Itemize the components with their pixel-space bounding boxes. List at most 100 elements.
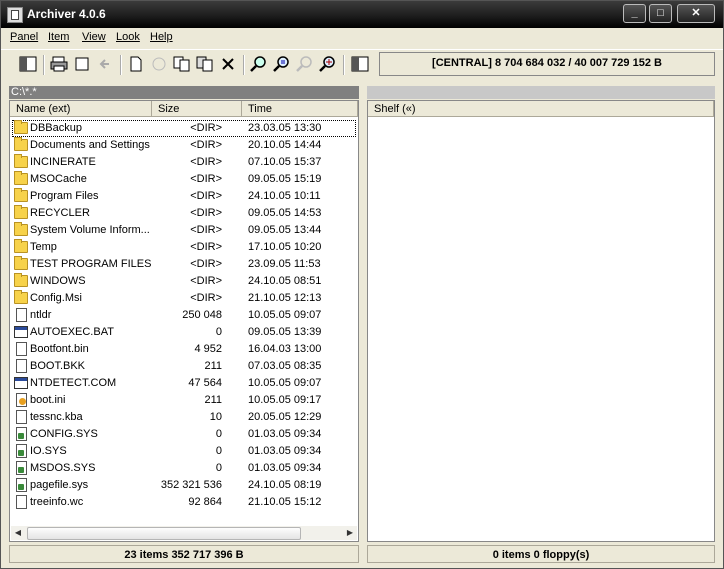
- search-disabled-icon[interactable]: [295, 54, 315, 74]
- file-size: <DIR>: [190, 173, 222, 185]
- file-time: 10.05.05 09:07: [248, 309, 322, 321]
- table-row[interactable]: IO.SYS 0 01.03.05 09:34: [12, 443, 356, 460]
- shelf-list[interactable]: Shelf («): [367, 100, 715, 542]
- table-row[interactable]: Program Files <DIR> 24.10.05 10:11: [12, 188, 356, 205]
- file-name: treeinfo.wc: [30, 496, 84, 508]
- new-file-icon[interactable]: [126, 54, 146, 74]
- file-time: 10.05.05 09:07: [248, 377, 322, 389]
- table-row[interactable]: AUTOEXEC.BAT 0 09.05.05 13:39: [12, 324, 356, 341]
- file-time: 20.05.05 12:29: [248, 411, 322, 423]
- column-time-header[interactable]: Time: [242, 101, 358, 117]
- table-row[interactable]: tessnc.kba 10 20.05.05 12:29: [12, 409, 356, 426]
- sys-icon: [16, 427, 27, 441]
- title-bar[interactable]: Archiver 4.0.6 _ □ ✕: [1, 1, 723, 28]
- file-name: AUTOEXEC.BAT: [30, 326, 114, 338]
- file-name: CONFIG.SYS: [30, 428, 98, 440]
- shelf-panel-icon[interactable]: [350, 54, 370, 74]
- sys-icon: [16, 461, 27, 475]
- column-name-header[interactable]: Name (ext): [10, 101, 152, 117]
- menu-look[interactable]: Look: [116, 31, 140, 43]
- table-row[interactable]: treeinfo.wc 92 864 21.10.05 15:12: [12, 494, 356, 511]
- delete-icon[interactable]: [218, 54, 238, 74]
- file-name: INCINERATE: [30, 156, 96, 168]
- scrollbar-thumb[interactable]: [27, 527, 301, 540]
- table-row[interactable]: ntldr 250 048 10.05.05 09:07: [12, 307, 356, 324]
- file-name: IO.SYS: [30, 445, 67, 457]
- file-name: NTDETECT.COM: [30, 377, 117, 389]
- column-size-header[interactable]: Size: [152, 101, 242, 117]
- menu-help[interactable]: Help: [150, 31, 173, 43]
- file-name: System Volume Inform...: [30, 224, 150, 236]
- file-name: WINDOWS: [30, 275, 86, 287]
- search-next-icon[interactable]: [318, 54, 338, 74]
- panel-toggle-icon[interactable]: [18, 54, 38, 74]
- file-time: 17.10.05 10:20: [248, 241, 322, 253]
- search-icon[interactable]: [249, 54, 269, 74]
- table-row[interactable]: Config.Msi <DIR> 21.10.05 12:13: [12, 290, 356, 307]
- folder-icon: [14, 205, 28, 219]
- file-size: 0: [215, 445, 222, 457]
- folder-icon: [14, 188, 28, 202]
- file-size: <DIR>: [190, 258, 222, 270]
- table-row[interactable]: DBBackup <DIR> 23.03.05 13:30: [12, 120, 356, 137]
- scroll-right-icon[interactable]: ▶: [343, 526, 357, 540]
- move-icon[interactable]: [195, 54, 215, 74]
- table-row[interactable]: BOOT.BKK 211 07.03.05 08:35: [12, 358, 356, 375]
- window-icon[interactable]: [72, 54, 92, 74]
- file-name: RECYCLER: [30, 207, 90, 219]
- file-size: <DIR>: [190, 122, 222, 134]
- table-row[interactable]: INCINERATE <DIR> 07.10.05 15:37: [12, 154, 356, 171]
- file-name: pagefile.sys: [30, 479, 89, 491]
- ini-icon: [16, 393, 27, 407]
- table-row[interactable]: boot.ini 211 10.05.05 09:17: [12, 392, 356, 409]
- folder-icon: [14, 222, 28, 236]
- pane-splitter[interactable]: [361, 86, 365, 564]
- file-size: <DIR>: [190, 156, 222, 168]
- toolbar-separator: [120, 55, 122, 75]
- table-row[interactable]: MSOCache <DIR> 09.05.05 15:19: [12, 171, 356, 188]
- menu-view[interactable]: View: [82, 31, 106, 43]
- file-size: <DIR>: [190, 224, 222, 236]
- toolbar-separator: [343, 55, 345, 75]
- file-time: 09.05.05 14:53: [248, 207, 322, 219]
- back-arrow-icon[interactable]: [95, 54, 115, 74]
- table-row[interactable]: NTDETECT.COM 47 564 10.05.05 09:07: [12, 375, 356, 392]
- file-name: Config.Msi: [30, 292, 82, 304]
- file-time: 01.03.05 09:34: [248, 462, 322, 474]
- copy-icon[interactable]: [172, 54, 192, 74]
- column-shelf-header[interactable]: Shelf («): [368, 101, 714, 117]
- menu-item[interactable]: Item: [48, 31, 69, 43]
- toolbar-separator: [243, 55, 245, 75]
- horizontal-scrollbar[interactable]: ◀ ▶: [11, 526, 357, 540]
- scroll-left-icon[interactable]: ◀: [11, 526, 25, 540]
- print-icon[interactable]: [49, 54, 69, 74]
- table-row[interactable]: Documents and Settings <DIR> 20.10.05 14:4…: [12, 137, 356, 154]
- file-time: 21.10.05 15:12: [248, 496, 322, 508]
- table-row[interactable]: MSDOS.SYS 0 01.03.05 09:34: [12, 460, 356, 477]
- disabled-stamp-icon[interactable]: [149, 54, 169, 74]
- table-row[interactable]: WINDOWS <DIR> 24.10.05 08:51: [12, 273, 356, 290]
- close-button[interactable]: ✕: [677, 4, 715, 23]
- table-row[interactable]: pagefile.sys 352 321 536 24.10.05 08:19: [12, 477, 356, 494]
- search-files-icon[interactable]: [272, 54, 292, 74]
- minimize-button[interactable]: _: [623, 4, 646, 23]
- file-name: DBBackup: [30, 122, 82, 134]
- table-row[interactable]: System Volume Inform... <DIR> 09.05.05 13:…: [12, 222, 356, 239]
- sys-icon: [16, 444, 27, 458]
- left-path-bar[interactable]: C:\*.*: [9, 86, 359, 99]
- table-row[interactable]: TEST PROGRAM FILES <DIR> 23.09.05 11:53: [12, 256, 356, 273]
- table-row[interactable]: Temp <DIR> 17.10.05 10:20: [12, 239, 356, 256]
- left-file-list[interactable]: Name (ext) Size Time DBBackup <DIR> 23.03.…: [9, 100, 359, 542]
- app-icon[interactable]: [7, 7, 23, 23]
- maximize-button[interactable]: □: [649, 4, 672, 23]
- table-row[interactable]: CONFIG.SYS 0 01.03.05 09:34: [12, 426, 356, 443]
- table-row[interactable]: RECYCLER <DIR> 09.05.05 14:53: [12, 205, 356, 222]
- file-icon: [16, 410, 27, 424]
- table-row[interactable]: Bootfont.bin 4 952 16.04.03 13:00: [12, 341, 356, 358]
- file-time: 09.05.05 15:19: [248, 173, 322, 185]
- right-path-bar[interactable]: [367, 86, 715, 99]
- exe-icon: [14, 377, 28, 389]
- menu-panel[interactable]: Panel: [10, 31, 38, 43]
- file-time: 20.10.05 14:44: [248, 139, 322, 151]
- file-size: 47 564: [188, 377, 222, 389]
